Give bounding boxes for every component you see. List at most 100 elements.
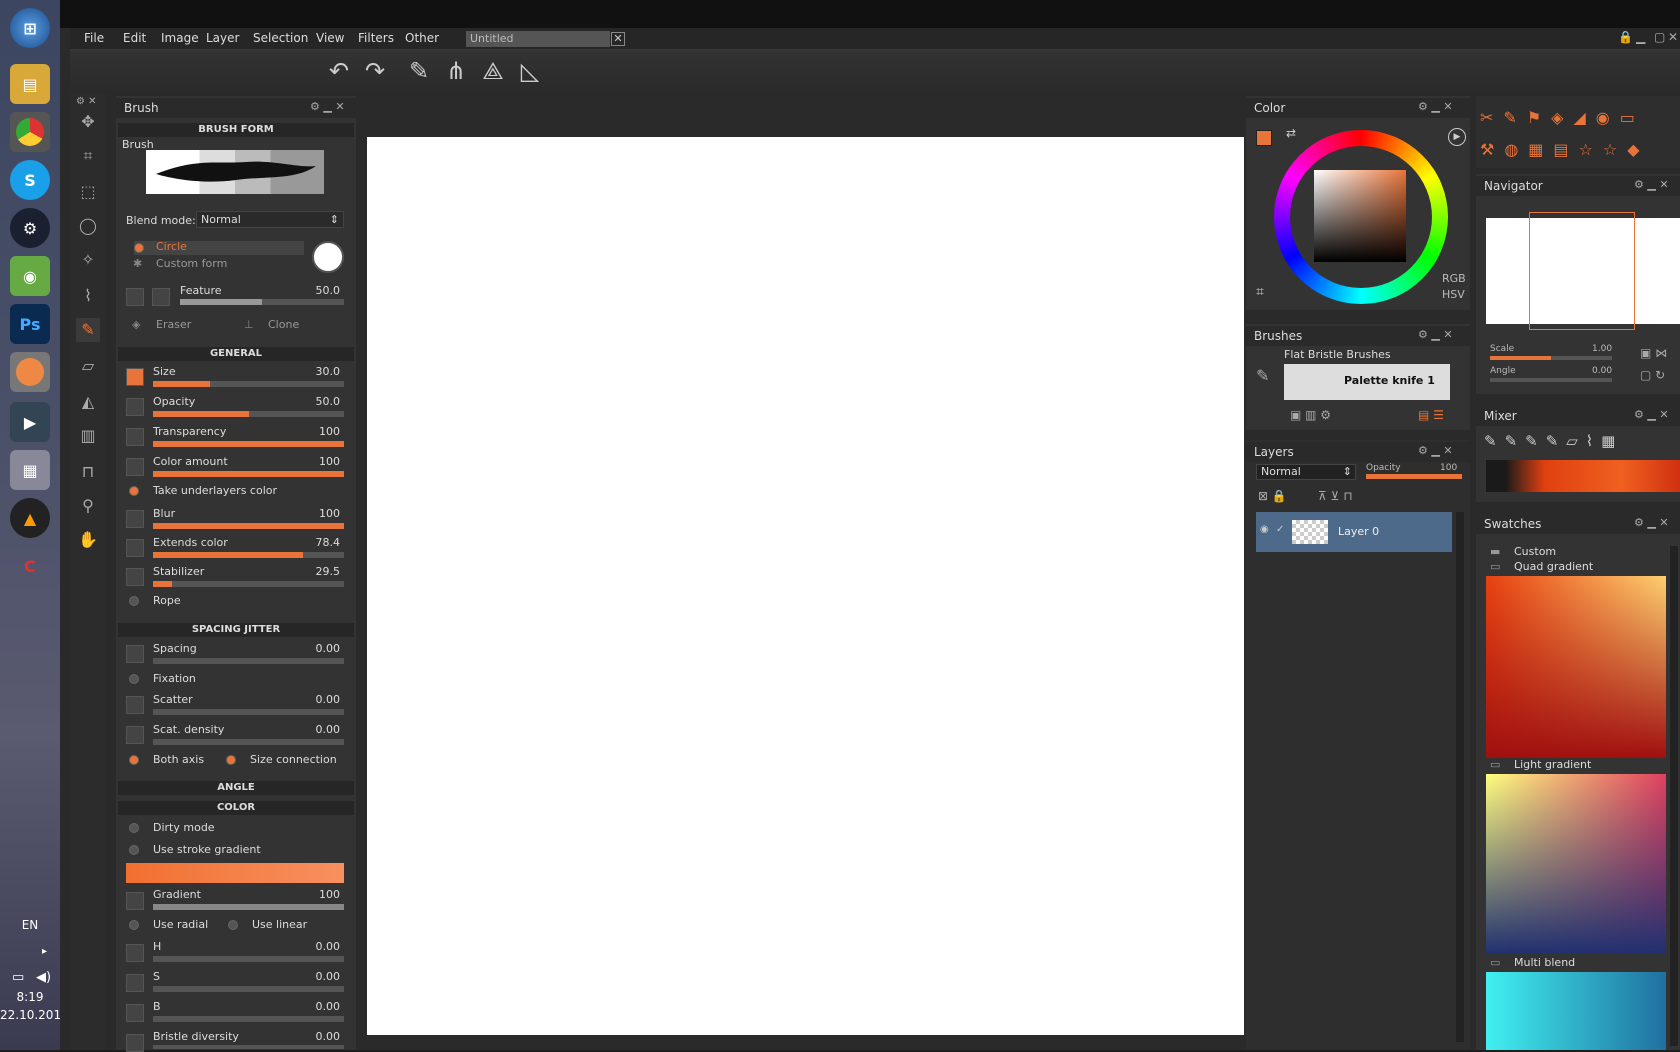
both-axis-label[interactable]: Both axis [153, 753, 204, 766]
spacing-jitter-header[interactable]: SPACING JITTER [118, 623, 354, 637]
brush-set-name[interactable]: Flat Bristle Brushes [1284, 348, 1391, 361]
navigator-rotate-icon[interactable]: ▢ ↻ [1640, 368, 1665, 382]
quad-gradient-swatches[interactable] [1486, 576, 1666, 758]
rect-select-icon[interactable]: ⬚ [76, 180, 100, 204]
angle-header[interactable]: ANGLE [118, 781, 354, 795]
network-icon[interactable]: ▭ [12, 970, 24, 985]
mixer-canvas[interactable] [1486, 460, 1680, 492]
b-checkbox[interactable] [126, 1004, 144, 1022]
language-indicator[interactable]: EN [0, 918, 60, 932]
brush-preset-item[interactable]: Palette knife 1 [1284, 364, 1450, 400]
transparency-slider[interactable] [153, 441, 344, 447]
b-slider[interactable] [153, 1016, 344, 1022]
brush-form-header[interactable]: BRUSH FORM [118, 123, 354, 137]
start-orb-icon[interactable]: ⊞ [10, 8, 50, 48]
swatches-scrollbar[interactable] [1670, 546, 1678, 1046]
brush-icon[interactable]: ✎ [76, 318, 100, 342]
skype-icon[interactable]: S [10, 160, 50, 200]
drawing-canvas[interactable] [367, 137, 1244, 1035]
swatch-group-quad[interactable]: Quad gradient [1514, 560, 1593, 573]
custom-form-option[interactable]: Custom form [156, 257, 227, 270]
clone-option[interactable]: Clone [268, 318, 299, 331]
h-slider[interactable] [153, 956, 344, 962]
color-amount-checkbox[interactable] [126, 458, 144, 476]
gradient-checkbox[interactable] [126, 892, 144, 910]
s-slider[interactable] [153, 986, 344, 992]
navigator-controls-icon[interactable]: ⚙ ▁ ✕ [1634, 178, 1669, 191]
layer-check-icon[interactable]: ✓ [1276, 524, 1284, 535]
quick-tools-row2-icon[interactable]: ⚒◍▦▤☆☆◆ [1480, 140, 1650, 159]
eyedropper-icon[interactable]: ⌇ [76, 284, 100, 308]
zoom-icon[interactable]: ⚲ [76, 494, 100, 518]
brush-tool-icon[interactable]: ✎ [404, 56, 434, 86]
take-underlayers-radio[interactable] [129, 486, 139, 496]
brushes-actions-icon[interactable]: ▣ ▥ ⚙ [1290, 408, 1331, 422]
toolstrip-settings-icon[interactable]: ⚙ ✕ [76, 96, 97, 107]
scatter-slider[interactable] [153, 709, 344, 715]
layer-opacity-slider[interactable] [1366, 474, 1462, 479]
current-color-swatch[interactable] [1256, 130, 1272, 146]
hand-icon[interactable]: ✋ [76, 528, 100, 552]
close-window-icon[interactable]: ✕ [1668, 30, 1678, 44]
use-radial-label[interactable]: Use radial [153, 918, 208, 931]
opacity-checkbox[interactable] [126, 398, 144, 416]
layer-lock-icons[interactable]: ⊠ 🔒 [1258, 489, 1287, 503]
perspective-icon[interactable]: ⟁ [478, 56, 508, 86]
chrome-icon[interactable] [10, 112, 50, 152]
blur-checkbox[interactable] [126, 510, 144, 528]
document-tab[interactable]: Untitled [466, 31, 610, 47]
bristle-checkbox[interactable] [126, 1034, 144, 1052]
file-explorer-icon[interactable]: ▤ [10, 64, 50, 104]
navigator-viewport[interactable] [1529, 212, 1635, 330]
dirty-mode-radio[interactable] [129, 823, 139, 833]
brush-stroke-preview[interactable] [146, 150, 324, 194]
s-checkbox[interactable] [126, 974, 144, 992]
menu-edit[interactable]: Edit [123, 31, 146, 45]
blur-slider[interactable] [153, 523, 344, 529]
undo-icon[interactable]: ↶ [324, 56, 354, 86]
feature-checkbox[interactable] [152, 288, 170, 306]
size-pressure-icon[interactable] [126, 368, 144, 386]
size-connection-label[interactable]: Size connection [250, 753, 337, 766]
ruler-icon[interactable]: ◺ [515, 56, 545, 86]
lasso-icon[interactable]: ◯ [76, 214, 100, 238]
use-linear-label[interactable]: Use linear [252, 918, 307, 931]
swatches-controls-icon[interactable]: ⚙ ▁ ✕ [1634, 516, 1669, 529]
menu-file[interactable]: File [84, 31, 104, 45]
color-panel-controls-icon[interactable]: ⚙ ▁ ✕ [1418, 100, 1453, 113]
saturation-value-square[interactable] [1314, 170, 1406, 262]
eraser-icon[interactable]: ▱ [76, 354, 100, 378]
use-linear-radio[interactable] [228, 920, 238, 930]
size-connection-radio[interactable] [226, 755, 236, 765]
photoshop-icon[interactable]: Ps [10, 304, 50, 344]
crop-tool-icon[interactable]: ⌗ [76, 144, 100, 168]
menu-layer[interactable]: Layer [206, 31, 239, 45]
close-document-icon[interactable]: ✕ [611, 32, 625, 46]
both-axis-radio[interactable] [129, 755, 139, 765]
media-player-icon[interactable]: ▶ [10, 402, 50, 442]
stroke-gradient-label[interactable]: Use stroke gradient [153, 843, 261, 856]
aimp-icon[interactable]: ▲ [10, 498, 50, 538]
brushes-panel-controls-icon[interactable]: ⚙ ▁ ✕ [1418, 328, 1453, 341]
rope-radio[interactable] [129, 596, 139, 606]
light-gradient-swatches[interactable] [1486, 774, 1666, 954]
navigator-preview[interactable] [1486, 212, 1680, 330]
mixer-tools-icon[interactable]: ✎✎✎✎▱⌇▦ [1484, 432, 1623, 450]
general-header[interactable]: GENERAL [118, 347, 354, 361]
bristle-slider[interactable] [153, 1045, 344, 1049]
crop-color-icon[interactable]: ⌗ [1256, 284, 1264, 300]
scatter-checkbox[interactable] [126, 696, 144, 714]
menu-other[interactable]: Other [405, 31, 439, 45]
h-checkbox[interactable] [126, 944, 144, 962]
swatch-group-multi[interactable]: Multi blend [1514, 956, 1575, 969]
take-underlayers-label[interactable]: Take underlayers color [153, 484, 277, 497]
dirty-mode-label[interactable]: Dirty mode [153, 821, 215, 834]
color-header[interactable]: COLOR [118, 801, 354, 815]
paintstorm-icon[interactable] [10, 352, 50, 392]
smudge-icon[interactable]: ⊓ [76, 460, 100, 484]
rope-label[interactable]: Rope [153, 594, 181, 607]
hsv-mode[interactable]: HSV [1442, 288, 1465, 301]
volume-icon[interactable]: ◀) [36, 970, 51, 985]
stabilizer-checkbox[interactable] [126, 568, 144, 586]
game-icon[interactable]: ◉ [10, 256, 50, 296]
